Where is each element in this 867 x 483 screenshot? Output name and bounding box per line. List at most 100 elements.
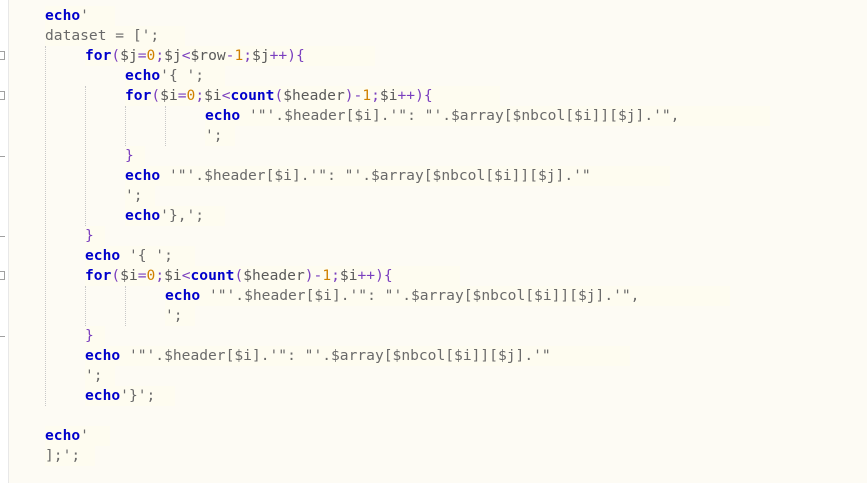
code-token: echo — [205, 107, 241, 124]
code-token: ' — [80, 7, 89, 24]
code-line[interactable]: } — [85, 226, 105, 246]
code-line[interactable]: '; — [205, 126, 235, 146]
indent-guide — [45, 46, 46, 406]
code-token: '"'.$header[$i].'": "'.$array[$nbcol[$i]… — [200, 287, 640, 304]
code-token: )- — [344, 87, 363, 104]
code-line[interactable]: } — [85, 326, 105, 346]
code-token: ; — [155, 267, 165, 284]
fold-end-marker — [0, 156, 5, 157]
code-token: count — [230, 87, 275, 104]
code-token: ; — [243, 47, 253, 64]
fold-toggle-icon[interactable] — [0, 51, 5, 60]
code-token: $j — [120, 47, 138, 64]
code-token: < — [221, 87, 231, 104]
code-token: 0 — [186, 87, 196, 104]
code-line[interactable]: } — [125, 146, 145, 166]
code-token: $header — [243, 267, 305, 284]
code-token: $i — [339, 267, 358, 284]
code-line[interactable]: for($i=0;$i<count($header)-1;$i++){ — [125, 86, 500, 106]
code-token: } — [85, 227, 94, 244]
code-line[interactable]: dataset = ['; — [45, 26, 185, 46]
code-token: 1 — [322, 267, 332, 284]
code-token: $i — [379, 87, 398, 104]
code-token: echo — [165, 287, 201, 304]
indent-guide — [85, 86, 86, 226]
fold-toggle-icon[interactable] — [0, 271, 5, 280]
code-line[interactable]: echo '"'.$header[$i].'": "'.$array[$nbco… — [165, 286, 730, 306]
code-line[interactable]: '; — [85, 366, 115, 386]
code-token: ; — [331, 267, 340, 284]
code-token: ++){ — [269, 47, 305, 64]
indent-guide — [85, 286, 86, 326]
code-token: '"'.$header[$i].'": "'.$array[$nbcol[$i]… — [240, 107, 680, 124]
code-line[interactable]: '; — [165, 306, 195, 326]
code-token: '}'; — [120, 387, 156, 404]
code-token: 1 — [362, 87, 372, 104]
code-line[interactable]: echo'}'; — [85, 386, 175, 406]
code-token: echo — [125, 67, 161, 84]
code-token: '; — [85, 367, 103, 384]
code-token: $i — [160, 87, 178, 104]
code-line[interactable]: '; — [125, 186, 155, 206]
code-token: echo — [85, 347, 121, 364]
code-token: echo — [125, 167, 161, 184]
code-token: echo — [45, 427, 81, 444]
indent-guide — [125, 106, 126, 146]
code-token: '{ '; — [160, 67, 205, 84]
fold-toggle-icon[interactable] — [0, 91, 5, 100]
code-token: '; — [165, 307, 183, 324]
code-token: ( — [274, 87, 284, 104]
code-token: echo — [125, 207, 161, 224]
code-token: ; — [155, 47, 165, 64]
code-token: = — [177, 87, 187, 104]
code-token: ' — [80, 427, 89, 444]
code-token: $i — [120, 267, 138, 284]
code-token: ( — [111, 267, 121, 284]
code-line[interactable]: echo'},'; — [125, 206, 225, 226]
code-token: echo — [85, 387, 121, 404]
code-token: = — [137, 267, 147, 284]
code-line[interactable]: echo' — [45, 6, 115, 26]
code-token: 0 — [146, 267, 156, 284]
code-token: for — [85, 47, 112, 64]
code-token: $i — [164, 267, 182, 284]
code-token: $j — [252, 47, 270, 64]
code-token: < — [181, 47, 191, 64]
code-line[interactable]: echo' — [45, 426, 110, 446]
code-token: < — [181, 267, 191, 284]
code-token: '{ '; — [120, 247, 173, 264]
code-token: = — [137, 47, 147, 64]
code-token: '"'.$header[$i].'": "'.$array[$nbcol[$i]… — [120, 347, 551, 364]
code-token: '},'; — [160, 207, 205, 224]
code-token: ];'; — [45, 447, 81, 464]
code-token: '"'.$header[$i].'": "'.$array[$nbcol[$i]… — [160, 167, 591, 184]
code-line[interactable]: echo '"'.$header[$i].'": "'.$array[$nbco… — [85, 346, 630, 366]
code-token: '; — [125, 187, 143, 204]
code-token: ++){ — [357, 267, 393, 284]
code-line[interactable]: echo '"'.$header[$i].'": "'.$array[$nbco… — [125, 166, 670, 186]
code-token: ( — [151, 87, 161, 104]
code-editor[interactable]: echo' dataset = ['; for($j=0;$j<$row-1;$j+… — [0, 0, 867, 483]
code-area[interactable]: echo' dataset = ['; for($j=0;$j<$row-1;$j+… — [9, 0, 867, 483]
code-token: echo — [85, 247, 121, 264]
code-token: ( — [111, 47, 121, 64]
code-token: )- — [304, 267, 323, 284]
code-token: $row — [190, 47, 226, 64]
indent-guide — [125, 286, 126, 326]
indent-guide — [165, 106, 166, 146]
code-token: } — [85, 327, 94, 344]
fold-end-marker — [0, 336, 5, 337]
code-token: $j — [164, 47, 182, 64]
code-line[interactable]: for($i=0;$i<count($header)-1;$i++){ — [85, 266, 460, 286]
code-token: } — [125, 147, 134, 164]
code-line[interactable]: for($j=0;$j<$row-1;$j++){ — [85, 46, 375, 66]
code-line[interactable]: echo'{ '; — [125, 66, 225, 86]
code-token: for — [85, 267, 112, 284]
code-token: '; — [205, 127, 223, 144]
fold-end-marker — [0, 236, 5, 237]
code-line[interactable]: echo '{ '; — [85, 246, 195, 266]
code-line[interactable]: ];'; — [45, 446, 95, 466]
code-line[interactable]: echo '"'.$header[$i].'": "'.$array[$nbco… — [205, 106, 770, 126]
code-token: echo — [45, 7, 81, 24]
code-token: ; — [195, 87, 205, 104]
